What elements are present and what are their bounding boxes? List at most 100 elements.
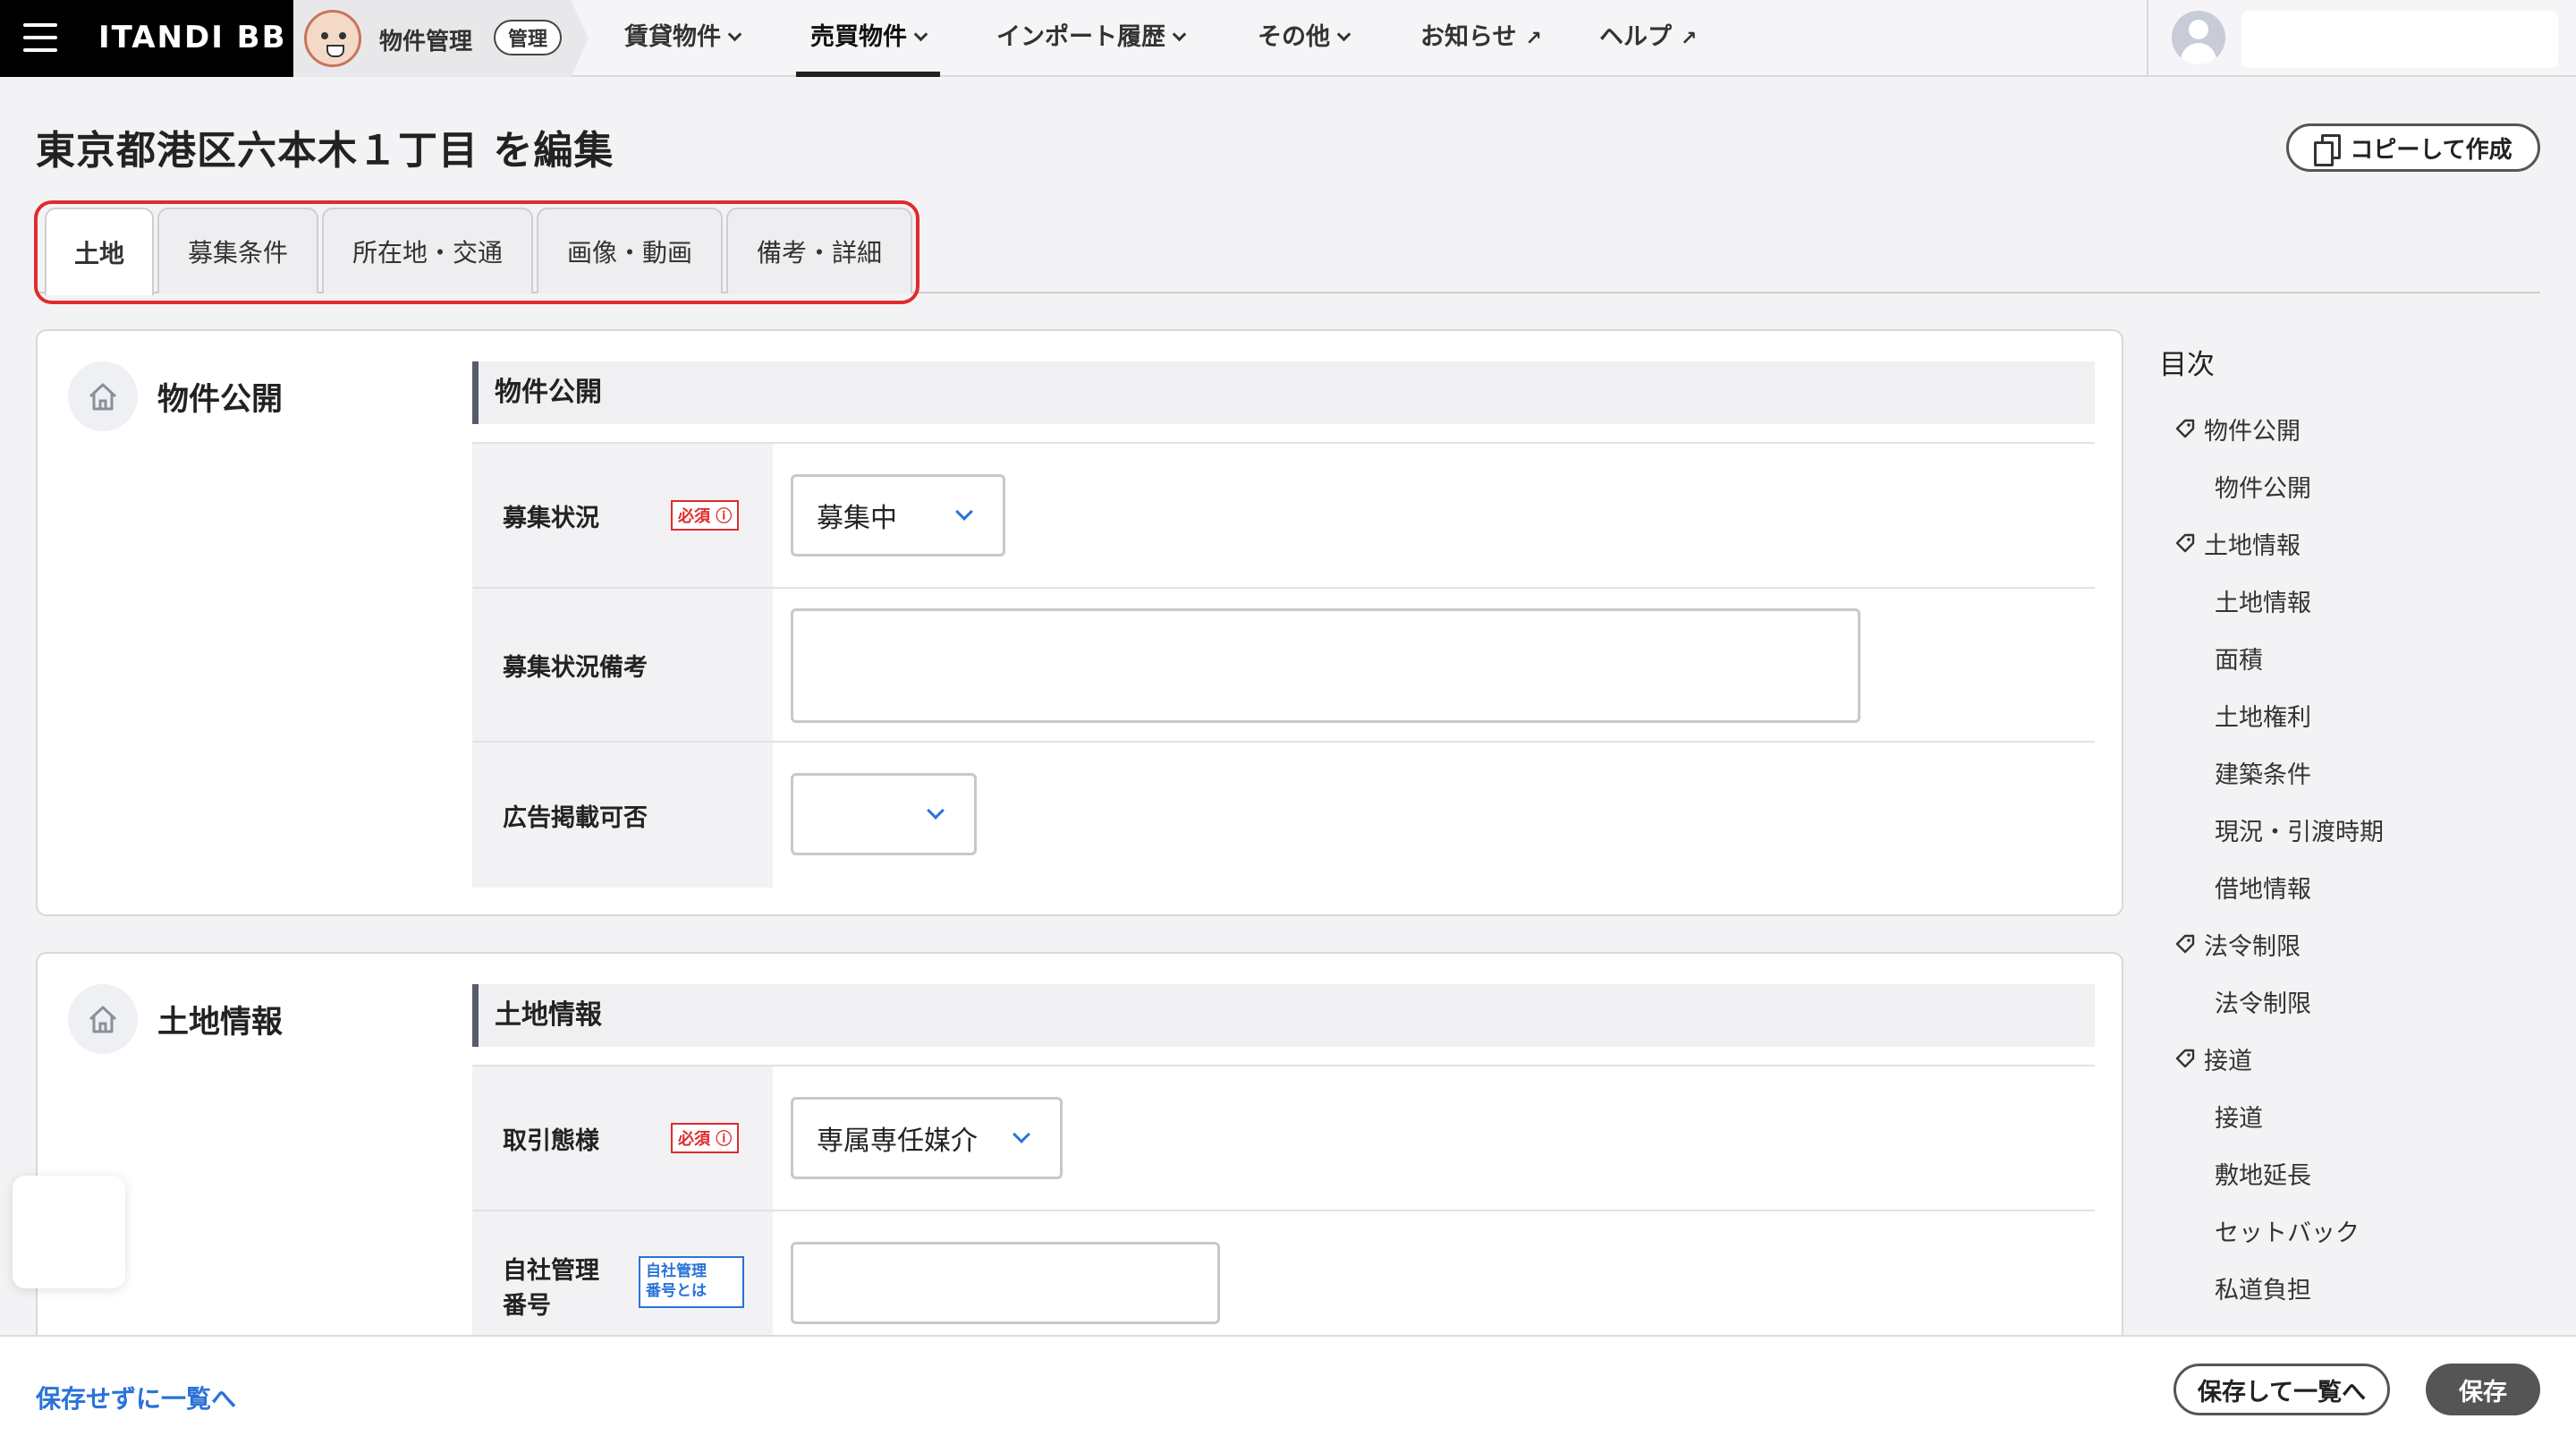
toc-item-private-road[interactable]: 私道負担 (2159, 1259, 2535, 1316)
external-link-icon: ↗ (1681, 28, 1698, 50)
nav-rental-label: 賃貸物件 (624, 23, 721, 51)
toc-item-land-group[interactable]: 土地情報 (2159, 514, 2535, 572)
tabs-highlight-frame (34, 200, 919, 304)
nav-help[interactable]: ヘルプ ↗ (1599, 0, 1697, 77)
mgmt-number-input[interactable] (791, 1242, 1220, 1324)
chevron-down-icon (1172, 27, 1187, 42)
back-without-saving-link[interactable]: 保存せずに一覧へ (36, 1380, 236, 1415)
mgmt-help-line2: 番号とは (646, 1282, 707, 1300)
section-publish: 物件公開 (472, 361, 2095, 424)
app-switcher[interactable]: 物件管理 管理 (293, 0, 589, 77)
toc-item-legal-group[interactable]: 法令制限 (2159, 915, 2535, 973)
toc-item-road-group[interactable]: 接道 (2159, 1030, 2535, 1087)
recruit-status-value: 募集中 (817, 503, 897, 534)
deal-type-label: 取引態様 (503, 1126, 599, 1155)
card-land-info: 土地情報 土地情報 取引態様 必須 ⓘ 専属専任媒介 自社管理 番号 自社管理 … (36, 952, 2123, 1364)
toc-item-road[interactable]: 接道 (2159, 1087, 2535, 1144)
row-recruit-note-label: 募集状況備考 (472, 589, 773, 741)
tag-icon (2175, 934, 2195, 954)
avatar[interactable] (2172, 11, 2225, 64)
user-name-box[interactable] (2241, 11, 2558, 68)
toc-item-publish-group[interactable]: 物件公開 (2159, 400, 2535, 457)
recruit-note-label: 募集状況備考 (503, 653, 648, 682)
toc-item-legal[interactable]: 法令制限 (2159, 973, 2535, 1030)
page-title: 東京都港区六本木１丁目 を編集 (36, 128, 614, 174)
chevron-down-icon (913, 27, 928, 42)
external-link-icon: ↗ (1525, 28, 1542, 50)
chevron-down-icon (1013, 1126, 1030, 1143)
brand-area: ITANDI BB (0, 0, 293, 77)
copy-create-button[interactable]: コピーして作成 (2286, 123, 2540, 172)
toc-item-land-info[interactable]: 土地情報 (2159, 572, 2535, 629)
required-badge-text: 必須 (678, 507, 710, 526)
table-of-contents: 目次 物件公開 物件公開 土地情報 土地情報 面積 土地権利 建築条件 現況・引… (2159, 342, 2535, 1316)
toc-item-area[interactable]: 面積 (2159, 629, 2535, 686)
chevron-down-icon (955, 503, 973, 521)
nav-sales-label: 売買物件 (810, 23, 907, 51)
home-icon (68, 984, 138, 1054)
ad-permission-select[interactable] (791, 773, 977, 855)
toc-label: 土地情報 (2204, 531, 2301, 560)
home-icon (68, 361, 138, 431)
floating-widget[interactable] (13, 1176, 125, 1288)
copy-create-label: コピーして作成 (2350, 136, 2512, 164)
mgmt-number-label-line2: 番号 (503, 1292, 551, 1320)
nav-news[interactable]: お知らせ ↗ (1420, 0, 1542, 77)
nav-help-label: ヘルプ (1599, 23, 1672, 51)
save-and-list-button[interactable]: 保存して一覧へ (2174, 1364, 2390, 1415)
toc-item-current-delivery[interactable]: 現況・引渡時期 (2159, 801, 2535, 858)
card-publish-header: 物件公開 (68, 361, 283, 431)
nav-other-label: その他 (1258, 23, 1330, 51)
toc-heading: 目次 (2159, 349, 2215, 381)
app-name: 物件管理 (379, 29, 473, 55)
row-ad-permission: 広告掲載可否 (472, 741, 2095, 888)
section-land: 土地情報 (472, 984, 2095, 1047)
toc-item-setback[interactable]: セットバック (2159, 1202, 2535, 1259)
mgmt-number-help-badge[interactable]: 自社管理 番号とは (639, 1256, 744, 1308)
card-land-title: 土地情報 (157, 1004, 284, 1041)
card-land-header: 土地情報 (68, 984, 283, 1054)
row-recruit-status-label: 募集状況 必須 ⓘ (472, 444, 773, 587)
chevron-down-icon (927, 802, 945, 820)
copy-icon (2314, 134, 2342, 166)
tag-icon (2175, 419, 2195, 438)
nav-import-history[interactable]: インポート履歴 (996, 0, 1187, 77)
row-ad-permission-label: 広告掲載可否 (472, 743, 773, 888)
mgmt-help-line1: 自社管理 (646, 1262, 707, 1280)
brand-logo[interactable]: ITANDI BB (98, 20, 287, 55)
deal-type-select[interactable]: 専属専任媒介 (791, 1097, 1063, 1179)
required-badge[interactable]: 必須 ⓘ (671, 1123, 740, 1153)
row-recruit-note: 募集状況備考 (472, 587, 2095, 741)
user-menu[interactable] (2147, 0, 2576, 77)
toc-item-flag-lot[interactable]: 敷地延長 (2159, 1144, 2535, 1202)
card-publish-title: 物件公開 (157, 381, 284, 418)
recruit-note-textarea[interactable] (791, 608, 1860, 723)
deal-type-value: 専属専任媒介 (817, 1126, 978, 1157)
footer-action-bar: 保存せずに一覧へ 保存して一覧へ 保存 (0, 1335, 2576, 1453)
nav-rental[interactable]: 賃貸物件 (624, 0, 742, 77)
required-badge[interactable]: 必須 ⓘ (671, 500, 740, 531)
recruit-status-select[interactable]: 募集中 (791, 474, 1005, 557)
row-deal-type-label: 取引態様 必須 ⓘ (472, 1066, 773, 1210)
chevron-down-icon (1336, 27, 1352, 42)
app-badge: 管理 (494, 20, 563, 55)
toc-item-build-conditions[interactable]: 建築条件 (2159, 743, 2535, 801)
nav-sales[interactable]: 売買物件 (796, 0, 940, 77)
toc-item-land-rights[interactable]: 土地権利 (2159, 686, 2535, 743)
mascot-icon (304, 10, 361, 67)
tag-icon (2175, 533, 2195, 553)
nav-import-history-label: インポート履歴 (996, 23, 1165, 51)
toc-label: 物件公開 (2204, 417, 2301, 446)
top-navigation-bar: ITANDI BB 物件管理 管理 賃貸物件 売買物件 インポート履歴 その他 … (0, 0, 2576, 77)
nav-other[interactable]: その他 (1258, 0, 1352, 77)
toc-item-publish[interactable]: 物件公開 (2159, 457, 2535, 514)
chevron-down-icon (727, 27, 742, 42)
tag-icon (2175, 1049, 2195, 1068)
toc-item-leasehold[interactable]: 借地情報 (2159, 858, 2535, 915)
save-button[interactable]: 保存 (2426, 1364, 2540, 1415)
ad-permission-label: 広告掲載可否 (503, 803, 648, 832)
toc-label: 法令制限 (2204, 932, 2301, 961)
toc-label: 接道 (2204, 1047, 2252, 1075)
card-publish: 物件公開 物件公開 募集状況 必須 ⓘ 募集中 募集状況備考 広告掲載可否 (36, 329, 2123, 916)
hamburger-menu-icon[interactable] (23, 23, 57, 52)
